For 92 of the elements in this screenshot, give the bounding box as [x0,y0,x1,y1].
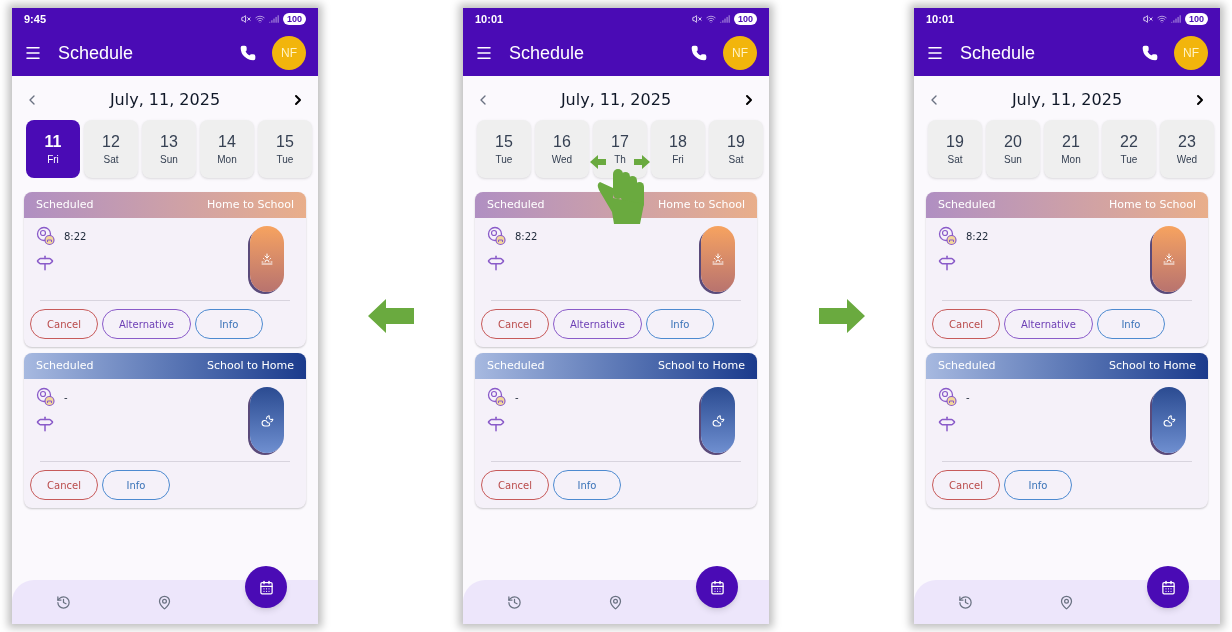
calendar-icon [1160,579,1176,595]
location-person-icon [938,387,958,407]
signpost-icon [938,415,956,433]
sunrise-icon [712,253,724,265]
signpost-icon [938,254,956,272]
screen-title: Schedule [960,41,1037,65]
status-label: Scheduled [938,196,996,213]
pickup-time: - [966,390,970,405]
route-label: School to Home [657,357,745,374]
pickup-time: - [515,390,519,405]
status-time: 10:01 [926,11,955,27]
phone-icon[interactable] [240,45,256,61]
date-heading: July, 11, 2025 [1011,89,1123,111]
calendar-icon [709,579,725,595]
day-chip[interactable]: 21 Mon [1044,120,1098,178]
wifi-icon [1156,14,1167,24]
pickup-time: - [64,390,68,405]
cloud-moon-icon [1162,413,1176,427]
status-label: Scheduled [36,196,94,213]
route-label: Home to School [206,196,294,213]
status-label: Scheduled [938,357,996,374]
route-label: School to Home [206,357,294,374]
day-chip[interactable]: 19 Sat [928,120,982,178]
battery-indicator: 100 [733,13,757,25]
signpost-icon [487,415,505,433]
signpost-icon [36,415,54,433]
mute-icon [1142,14,1153,24]
day-chip[interactable]: 15 Tue [258,120,312,178]
location-icon[interactable] [1059,594,1074,610]
day-chip[interactable]: 19 Sat [709,120,763,178]
status-label: Scheduled [36,357,94,374]
location-person-icon [487,387,507,407]
status-time: 9:45 [24,11,47,27]
sunrise-icon [261,253,273,265]
phone-icon[interactable] [691,45,707,61]
calendar-fab[interactable] [245,566,287,608]
status-label: Scheduled [487,196,545,213]
left-arrow-icon [367,299,414,333]
status-time: 10:01 [475,11,504,27]
menu-icon[interactable] [926,44,944,62]
sunrise-icon [1163,253,1175,265]
pickup-time: 8:22 [966,229,989,244]
date-heading: July, 11, 2025 [560,89,672,111]
menu-icon[interactable] [24,44,42,62]
status-label: Scheduled [487,357,545,374]
signal-icon [1170,14,1181,24]
day-chip[interactable]: 14 Mon [200,120,254,178]
mute-icon [240,14,251,24]
screen-title: Schedule [509,41,586,65]
battery-indicator: 100 [282,13,306,25]
calendar-icon [258,579,274,595]
day-chip[interactable]: 12 Sat [84,120,138,178]
day-chip[interactable]: 16 Wed [535,120,589,178]
pickup-time: 8:22 [64,229,87,244]
cloud-moon-icon [711,413,725,427]
location-person-icon [36,226,56,246]
day-chip[interactable]: 20 Sun [986,120,1040,178]
route-label: School to Home [1108,357,1196,374]
mute-icon [691,14,702,24]
history-icon[interactable] [507,594,522,610]
screen-title: Schedule [58,41,135,65]
history-icon[interactable] [56,594,71,610]
day-chip[interactable]: 11 Fri [26,120,80,178]
date-heading: July, 11, 2025 [109,89,221,111]
day-chip[interactable]: 15 Tue [477,120,531,178]
day-chip[interactable]: 17 Th [593,120,647,178]
menu-icon[interactable] [475,44,493,62]
day-chip[interactable]: 13 Sun [142,120,196,178]
signal-icon [719,14,730,24]
location-person-icon [36,387,56,407]
phone-icon[interactable] [1142,45,1158,61]
day-chip[interactable]: 18 Fri [651,120,705,178]
calendar-fab[interactable] [1147,566,1189,608]
signpost-icon [487,254,505,272]
cloud-moon-icon [260,413,274,427]
location-person-icon [487,226,507,246]
day-chip[interactable]: 23 Wed [1160,120,1214,178]
signpost-icon [36,254,54,272]
route-label: Home to School [657,196,745,213]
history-icon[interactable] [958,594,973,610]
route-label: Home to School [1108,196,1196,213]
wifi-icon [705,14,716,24]
calendar-fab[interactable] [696,566,738,608]
location-person-icon [938,226,958,246]
battery-indicator: 100 [1184,13,1208,25]
signal-icon [268,14,279,24]
location-icon[interactable] [157,594,172,610]
pickup-time: 8:22 [515,229,538,244]
day-chip[interactable]: 22 Tue [1102,120,1156,178]
location-icon[interactable] [608,594,623,610]
right-arrow-icon [818,299,865,333]
wifi-icon [254,14,265,24]
